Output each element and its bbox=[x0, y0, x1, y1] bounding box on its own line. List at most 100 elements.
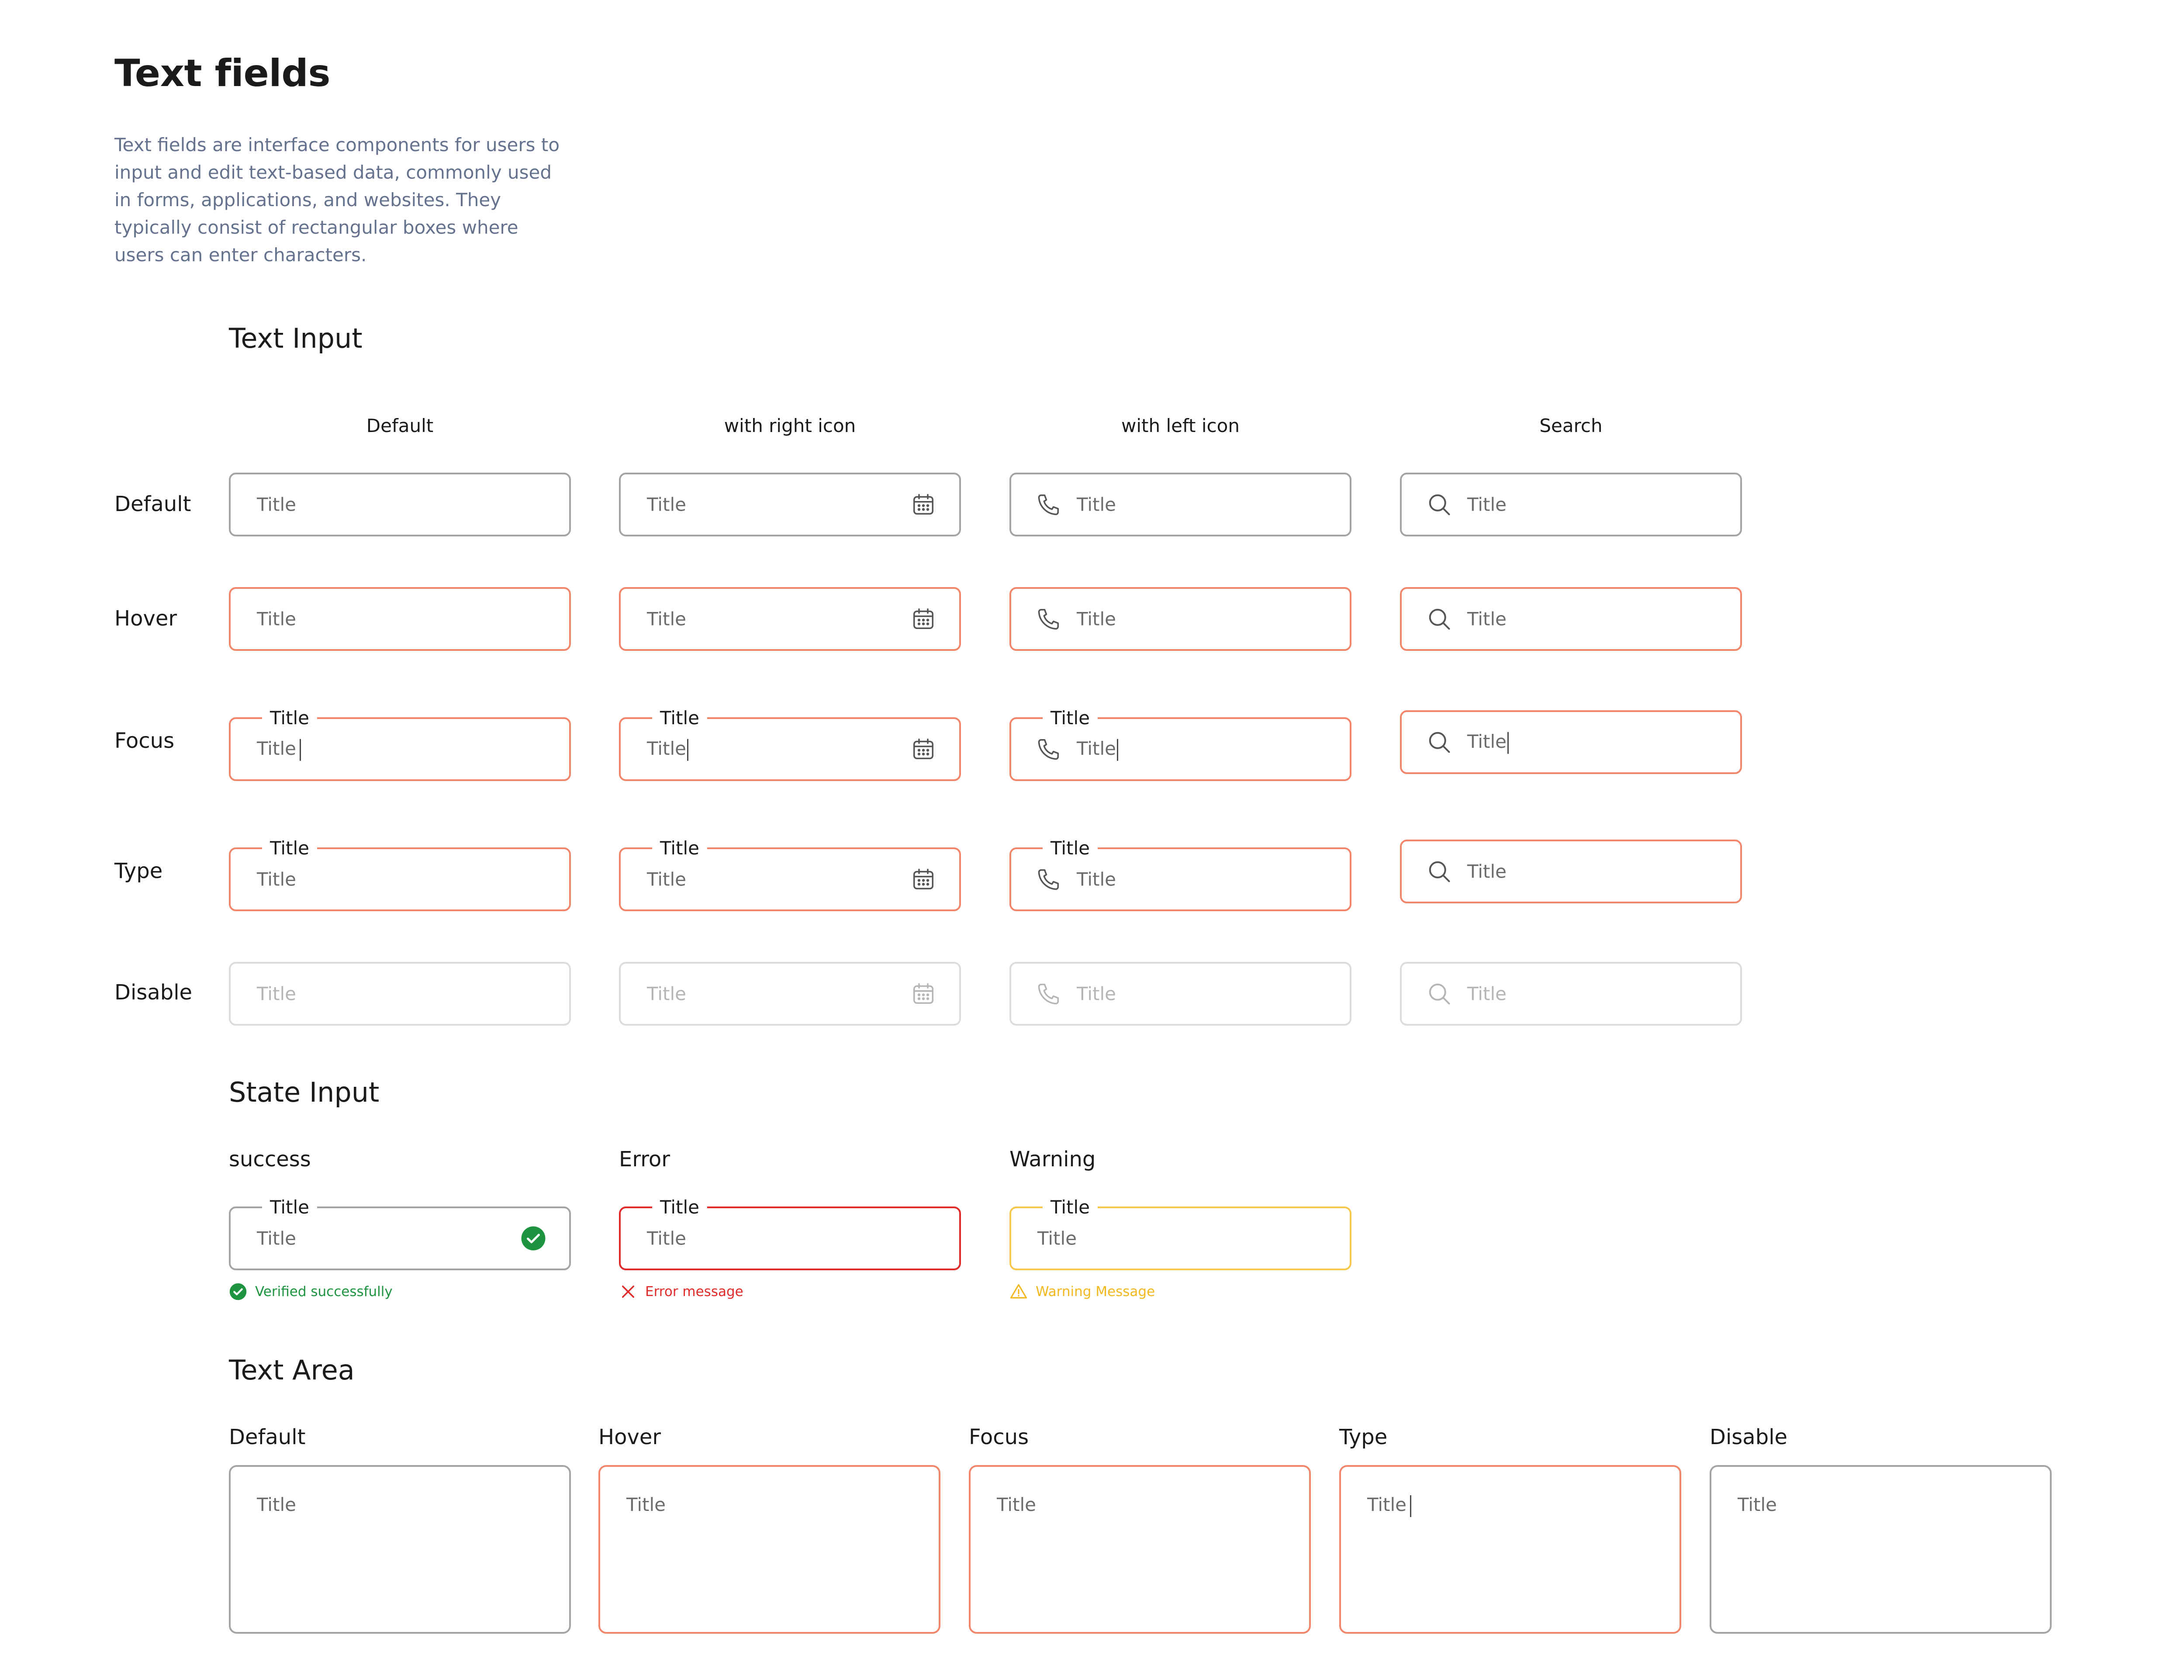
warning-message: Warning Message bbox=[1009, 1282, 1155, 1301]
floating-label: Title bbox=[262, 706, 318, 730]
input-value: Title bbox=[1467, 861, 1507, 882]
success-message: Verified successfully bbox=[229, 1282, 393, 1301]
phone-icon bbox=[1036, 866, 1062, 892]
text-input-right-icon-type[interactable]: Title Title bbox=[619, 836, 961, 911]
placeholder: Title bbox=[257, 608, 297, 630]
row-label-default: Default bbox=[114, 492, 191, 516]
placeholder: Title bbox=[257, 494, 297, 515]
floating-label: Title bbox=[1043, 1195, 1098, 1220]
floating-label: Title bbox=[1043, 836, 1098, 861]
placeholder: Title bbox=[1467, 608, 1507, 630]
floating-label: Title bbox=[1043, 706, 1098, 730]
floating-label: Title bbox=[652, 836, 708, 861]
phone-icon bbox=[1036, 491, 1062, 518]
row-label-type: Type bbox=[114, 859, 163, 883]
text-cursor bbox=[1117, 739, 1119, 761]
check-circle-icon bbox=[520, 1225, 546, 1251]
calendar-icon[interactable] bbox=[910, 736, 936, 762]
close-icon bbox=[622, 1286, 634, 1298]
floating-label: Title bbox=[262, 1195, 318, 1220]
text-input-right-icon-hover[interactable]: Title bbox=[619, 587, 961, 651]
page-title: Text fields bbox=[114, 52, 331, 95]
input-value: Title bbox=[257, 738, 301, 761]
placeholder: Title bbox=[1467, 983, 1507, 1005]
text-area-type[interactable]: Title bbox=[1339, 1465, 1681, 1634]
phone-icon bbox=[1036, 981, 1062, 1007]
input-value: Title bbox=[647, 738, 689, 761]
text-input-right-icon-focus[interactable]: Title Title bbox=[619, 706, 961, 781]
text-cursor bbox=[1507, 732, 1509, 754]
calendar-icon[interactable] bbox=[910, 866, 936, 892]
calendar-icon bbox=[910, 981, 936, 1007]
input-value: Title bbox=[257, 1227, 297, 1249]
search-input-focus[interactable]: Title bbox=[1400, 710, 1742, 774]
text-input-error[interactable]: Title Title bbox=[619, 1195, 961, 1270]
search-input-type[interactable]: Title bbox=[1400, 840, 1742, 903]
search-input-hover[interactable]: Title bbox=[1400, 587, 1742, 651]
placeholder: Title bbox=[626, 1494, 666, 1515]
text-input-default[interactable]: Title bbox=[229, 473, 571, 536]
text-input-heading: Text Input bbox=[229, 322, 363, 354]
text-area-label-hover: Hover bbox=[598, 1425, 661, 1449]
state-label-success: success bbox=[229, 1147, 311, 1172]
search-input-default[interactable]: Title bbox=[1400, 473, 1742, 536]
calendar-icon[interactable] bbox=[910, 606, 936, 632]
input-value: Title bbox=[1077, 738, 1119, 761]
search-input-disabled: Title bbox=[1400, 962, 1742, 1026]
placeholder: Title bbox=[1077, 608, 1116, 630]
phone-icon bbox=[1036, 736, 1062, 762]
search-icon bbox=[1426, 491, 1452, 518]
text-cursor bbox=[300, 739, 301, 761]
text-area-focus[interactable]: Title bbox=[969, 1465, 1311, 1634]
text-input-left-icon-disabled: Title bbox=[1009, 962, 1351, 1026]
text-input-focus[interactable]: Title Title bbox=[229, 706, 571, 781]
text-input-right-icon-default[interactable]: Title bbox=[619, 473, 961, 536]
state-label-warning: Warning bbox=[1009, 1147, 1096, 1172]
search-icon bbox=[1426, 729, 1452, 755]
text-input-left-icon-default[interactable]: Title bbox=[1009, 473, 1351, 536]
placeholder: Title bbox=[997, 1494, 1037, 1515]
page-description: Text fields are interface components for… bbox=[114, 134, 560, 266]
phone-icon bbox=[1036, 606, 1062, 632]
input-value: Title bbox=[647, 1227, 687, 1249]
text-area-disabled: Title bbox=[1710, 1465, 2052, 1634]
text-input-hover[interactable]: Title bbox=[229, 587, 571, 651]
input-value: Title bbox=[1467, 731, 1509, 754]
text-input-type[interactable]: Title Title bbox=[229, 836, 571, 911]
text-area-label-default: Default bbox=[229, 1425, 306, 1449]
column-header-left-icon: with left icon bbox=[1121, 415, 1240, 436]
placeholder: Title bbox=[647, 983, 687, 1005]
text-input-left-icon-type[interactable]: Title Title bbox=[1009, 836, 1351, 911]
placeholder: Title bbox=[647, 608, 687, 630]
input-value: Title bbox=[1037, 1227, 1077, 1249]
placeholder: Title bbox=[1077, 983, 1116, 1005]
row-label-hover: Hover bbox=[114, 606, 177, 631]
floating-label: Title bbox=[652, 1195, 708, 1220]
text-area-label-disable: Disable bbox=[1710, 1425, 1788, 1449]
row-label-disable: Disable bbox=[114, 980, 193, 1005]
text-input-success[interactable]: Title Title bbox=[229, 1195, 571, 1270]
placeholder: Title bbox=[257, 983, 297, 1005]
column-header-right-icon: with right icon bbox=[724, 415, 856, 436]
search-icon bbox=[1426, 858, 1452, 885]
text-input-disabled: Title bbox=[229, 962, 571, 1026]
check-circle-icon bbox=[229, 1283, 247, 1300]
text-area-default[interactable]: Title bbox=[229, 1465, 571, 1634]
search-icon bbox=[1426, 606, 1452, 632]
input-value: Title bbox=[1077, 868, 1116, 890]
search-icon bbox=[1426, 981, 1452, 1007]
placeholder: Title bbox=[1738, 1494, 1777, 1515]
calendar-icon[interactable] bbox=[910, 491, 936, 518]
warning-icon bbox=[1010, 1284, 1027, 1299]
text-input-warning[interactable]: Title Title bbox=[1009, 1195, 1351, 1270]
text-area-hover[interactable]: Title bbox=[598, 1465, 940, 1634]
state-label-error: Error bbox=[619, 1147, 670, 1172]
column-header-search: Search bbox=[1539, 415, 1603, 436]
text-area-label-focus: Focus bbox=[969, 1425, 1029, 1449]
text-input-left-icon-hover[interactable]: Title bbox=[1009, 587, 1351, 651]
input-value: Title bbox=[257, 868, 297, 890]
input-value: Title bbox=[647, 868, 687, 890]
placeholder: Title bbox=[257, 1494, 297, 1515]
text-cursor bbox=[1410, 1495, 1412, 1517]
text-input-left-icon-focus[interactable]: Title Title bbox=[1009, 706, 1351, 781]
